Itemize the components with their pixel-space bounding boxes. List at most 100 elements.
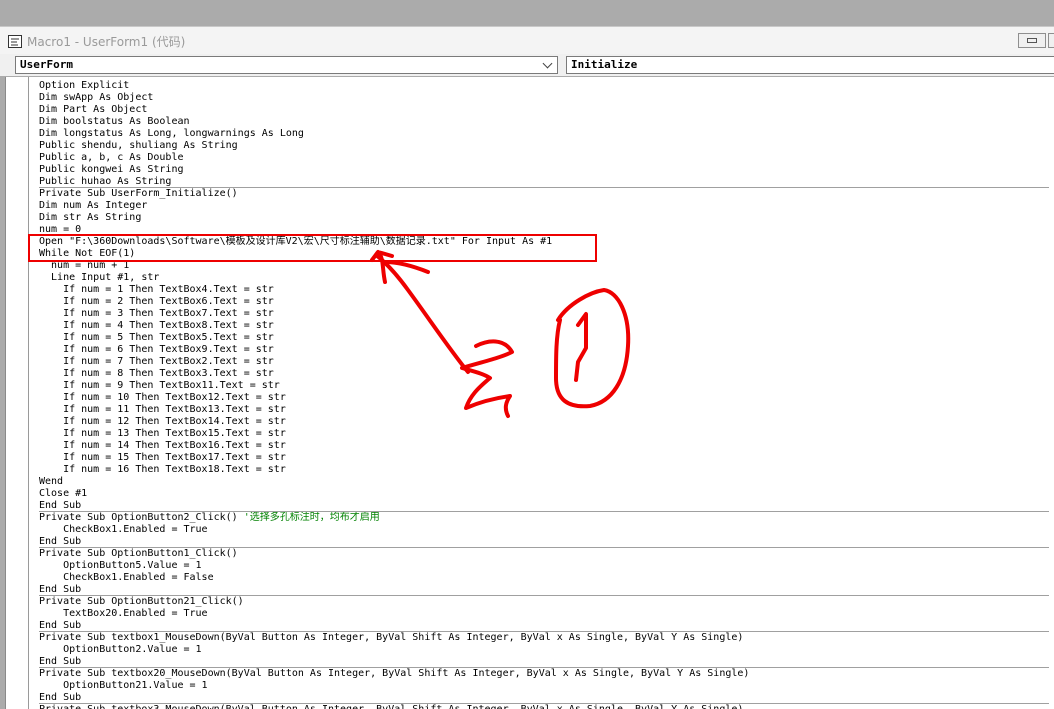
code-line[interactable]: Dim Part As Object: [39, 104, 1049, 116]
code-line-text: Private Sub textbox3_MouseDown(ByVal But…: [39, 704, 743, 709]
code-line-text: If num = 4 Then TextBox8.Text = str: [39, 320, 274, 331]
code-line[interactable]: If num = 2 Then TextBox6.Text = str: [39, 296, 1049, 308]
code-line[interactable]: Private Sub OptionButton21_Click(): [39, 596, 1049, 608]
code-line[interactable]: End Sub: [39, 692, 1049, 704]
code-line[interactable]: Public a, b, c As Double: [39, 152, 1049, 164]
code-line[interactable]: Dim swApp As Object: [39, 92, 1049, 104]
code-line-text: If num = 2 Then TextBox6.Text = str: [39, 296, 274, 307]
code-line[interactable]: If num = 10 Then TextBox12.Text = str: [39, 392, 1049, 404]
code-line[interactable]: If num = 11 Then TextBox13.Text = str: [39, 404, 1049, 416]
code-line[interactable]: If num = 6 Then TextBox9.Text = str: [39, 344, 1049, 356]
code-line[interactable]: End Sub: [39, 620, 1049, 632]
code-line[interactable]: If num = 1 Then TextBox4.Text = str: [39, 284, 1049, 296]
code-line[interactable]: Private Sub OptionButton1_Click(): [39, 548, 1049, 560]
code-window-titlebar[interactable]: Macro1 - UserForm1 (代码): [0, 26, 1054, 54]
code-line[interactable]: End Sub: [39, 656, 1049, 668]
code-line[interactable]: Public shendu, shuliang As String: [39, 140, 1049, 152]
object-dropdown-value: UserForm: [20, 58, 73, 71]
code-line[interactable]: TextBox20.Enabled = True: [39, 608, 1049, 620]
code-line[interactable]: If num = 16 Then TextBox18.Text = str: [39, 464, 1049, 476]
chevron-down-icon[interactable]: [542, 58, 553, 69]
code-line[interactable]: OptionButton21.Value = 1: [39, 680, 1049, 692]
code-window-icon: [8, 35, 22, 48]
code-line[interactable]: If num = 5 Then TextBox5.Text = str: [39, 332, 1049, 344]
code-line-text: Private Sub OptionButton1_Click(): [39, 548, 238, 559]
code-line[interactable]: Dim str As String: [39, 212, 1049, 224]
code-line-text: TextBox20.Enabled = True: [39, 608, 208, 619]
code-line[interactable]: Option Explicit: [39, 80, 1049, 92]
code-line-text: Public huhao As String: [39, 176, 172, 187]
code-line[interactable]: Private Sub textbox20_MouseDown(ByVal Bu…: [39, 668, 1049, 680]
vba-editor-window: Macro1 - UserForm1 (代码) UserForm Initial…: [0, 0, 1054, 709]
object-dropdown[interactable]: UserForm: [15, 56, 558, 74]
code-line-text: Dim str As String: [39, 212, 142, 223]
code-line-text: OptionButton21.Value = 1: [39, 680, 208, 691]
code-line[interactable]: Wend: [39, 476, 1049, 488]
procedure-dropdown[interactable]: Initialize: [566, 56, 1054, 74]
code-line-text: If num = 16 Then TextBox18.Text = str: [39, 464, 286, 475]
code-line[interactable]: Dim longstatus As Long, longwarnings As …: [39, 128, 1049, 140]
code-line-text: If num = 10 Then TextBox12.Text = str: [39, 392, 286, 403]
window-title: Macro1 - UserForm1 (代码): [27, 35, 186, 49]
margin-indicator-bar[interactable]: [6, 77, 29, 709]
code-line[interactable]: Private Sub textbox1_MouseDown(ByVal But…: [39, 632, 1049, 644]
combo-row: UserForm Initialize: [0, 54, 1054, 76]
code-line[interactable]: End Sub: [39, 536, 1049, 548]
code-line-text: If num = 11 Then TextBox13.Text = str: [39, 404, 286, 415]
code-line-text: Public shendu, shuliang As String: [39, 140, 238, 151]
code-line[interactable]: Public kongwei As String: [39, 164, 1049, 176]
code-line-text: Public a, b, c As Double: [39, 152, 184, 163]
code-line[interactable]: CheckBox1.Enabled = False: [39, 572, 1049, 584]
code-line-text: Private Sub textbox20_MouseDown(ByVal Bu…: [39, 668, 750, 679]
code-line-text: Close #1: [39, 488, 88, 499]
code-line-text: End Sub: [39, 500, 82, 511]
code-line[interactable]: Private Sub OptionButton2_Click() '选择多孔标…: [39, 512, 1049, 524]
code-line[interactable]: If num = 13 Then TextBox15.Text = str: [39, 428, 1049, 440]
code-line[interactable]: Private Sub UserForm_Initialize(): [39, 188, 1049, 200]
code-line-text: If num = 12 Then TextBox14.Text = str: [39, 416, 286, 427]
code-line-text: Public kongwei As String: [39, 164, 184, 175]
code-line[interactable]: If num = 7 Then TextBox2.Text = str: [39, 356, 1049, 368]
code-line-text: Dim num As Integer: [39, 200, 148, 211]
code-line[interactable]: If num = 14 Then TextBox16.Text = str: [39, 440, 1049, 452]
code-line[interactable]: If num = 15 Then TextBox17.Text = str: [39, 452, 1049, 464]
code-line-text: If num = 15 Then TextBox17.Text = str: [39, 452, 286, 463]
code-line[interactable]: Public huhao As String: [39, 176, 1049, 188]
code-line-text: CheckBox1.Enabled = False: [39, 572, 214, 583]
code-line-text: OptionButton2.Value = 1: [39, 644, 202, 655]
code-line-text: End Sub: [39, 536, 82, 547]
code-line-text: Private Sub OptionButton2_Click(): [39, 512, 244, 523]
close-button[interactable]: [1048, 33, 1054, 48]
code-line[interactable]: Dim num As Integer: [39, 200, 1049, 212]
code-line-text: OptionButton5.Value = 1: [39, 560, 202, 571]
code-line-text: If num = 14 Then TextBox16.Text = str: [39, 440, 286, 451]
code-line[interactable]: Line Input #1, str: [39, 272, 1049, 284]
procedure-dropdown-value: Initialize: [571, 58, 638, 71]
code-line[interactable]: If num = 12 Then TextBox14.Text = str: [39, 416, 1049, 428]
code-line-text: End Sub: [39, 656, 82, 667]
restore-button[interactable]: [1018, 33, 1046, 48]
code-line-text: Private Sub UserForm_Initialize(): [39, 188, 238, 199]
code-line[interactable]: End Sub: [39, 584, 1049, 596]
code-line-text: End Sub: [39, 620, 82, 631]
code-line[interactable]: If num = 3 Then TextBox7.Text = str: [39, 308, 1049, 320]
code-line[interactable]: If num = 8 Then TextBox3.Text = str: [39, 368, 1049, 380]
code-line[interactable]: Dim boolstatus As Boolean: [39, 116, 1049, 128]
code-line-text: Dim swApp As Object: [39, 92, 154, 103]
code-line-text: Dim boolstatus As Boolean: [39, 116, 190, 127]
code-line[interactable]: End Sub: [39, 500, 1049, 512]
code-line[interactable]: Close #1: [39, 488, 1049, 500]
code-line-text: If num = 3 Then TextBox7.Text = str: [39, 308, 274, 319]
code-text[interactable]: Option Explicit Dim swApp As Object Dim Pa…: [39, 80, 1049, 709]
code-line-text: Wend: [39, 476, 64, 487]
code-line[interactable]: Private Sub textbox3_MouseDown(ByVal But…: [39, 704, 1049, 709]
code-editor[interactable]: Option Explicit Dim swApp As Object Dim Pa…: [5, 77, 1054, 709]
code-line-text: If num = 13 Then TextBox15.Text = str: [39, 428, 286, 439]
code-line[interactable]: CheckBox1.Enabled = True: [39, 524, 1049, 536]
code-line-text: If num = 6 Then TextBox9.Text = str: [39, 344, 274, 355]
code-line[interactable]: OptionButton5.Value = 1: [39, 560, 1049, 572]
code-line[interactable]: OptionButton2.Value = 1: [39, 644, 1049, 656]
code-line[interactable]: If num = 9 Then TextBox11.Text = str: [39, 380, 1049, 392]
code-line-text: If num = 5 Then TextBox5.Text = str: [39, 332, 274, 343]
code-line[interactable]: If num = 4 Then TextBox8.Text = str: [39, 320, 1049, 332]
